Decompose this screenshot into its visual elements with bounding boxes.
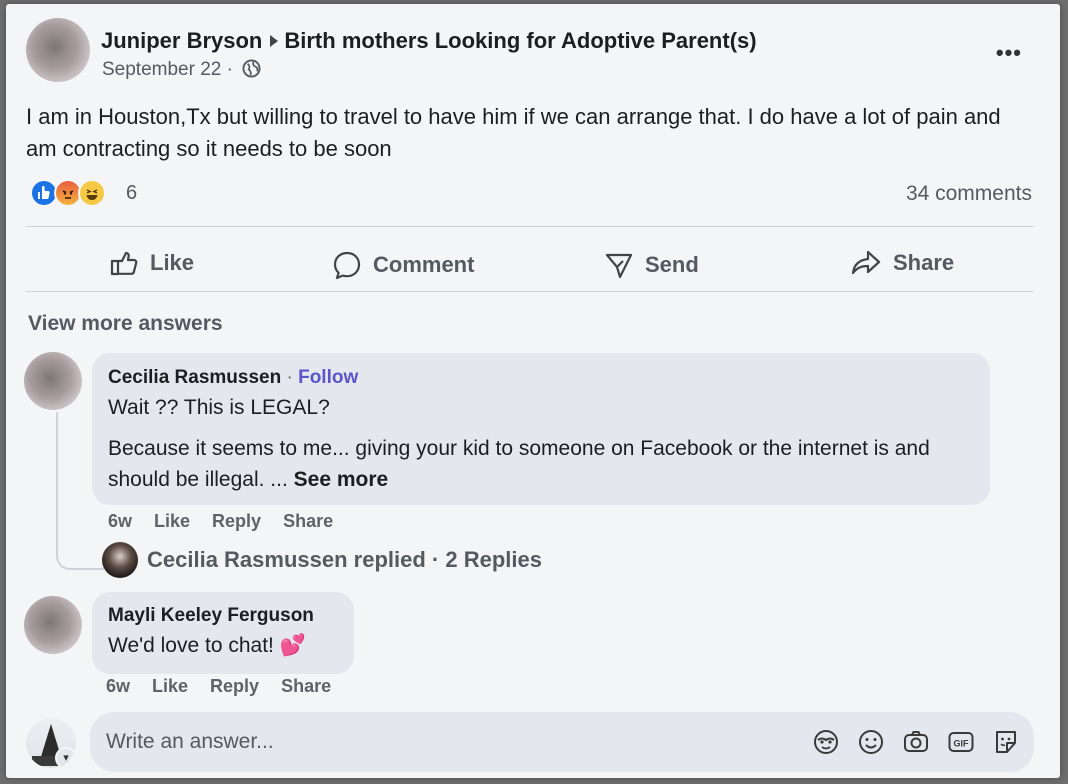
post-card: Juniper Bryson Birth mothers Looking for … <box>6 4 1060 778</box>
like-label: Like <box>150 250 195 275</box>
post-date[interactable]: September 22 · <box>102 59 233 80</box>
chevron-down-icon[interactable]: ▾ <box>55 747 76 768</box>
comment-button[interactable]: Comment <box>331 249 474 281</box>
comment-like-button[interactable]: Like <box>154 511 190 531</box>
comment-like-button[interactable]: Like <box>152 676 188 696</box>
view-replies-link[interactable]: Cecilia Rasmussen replied · 2 Replies <box>102 542 542 578</box>
commenter-avatar[interactable] <box>24 352 82 410</box>
divider <box>26 226 1034 227</box>
composer-tools: GIF <box>795 728 1020 756</box>
comments-count[interactable]: 34 comments <box>906 182 1032 206</box>
gif-icon[interactable]: GIF <box>947 728 975 756</box>
view-more-answers-link[interactable]: View more answers <box>28 312 223 336</box>
share-label: Share <box>893 250 955 275</box>
commenter-avatar[interactable] <box>24 596 82 654</box>
post-header: Juniper Bryson Birth mothers Looking for … <box>101 28 757 54</box>
haha-reaction-icon <box>78 179 106 207</box>
thumbs-up-icon <box>110 251 138 276</box>
user-avatar[interactable]: ▾ <box>26 718 76 768</box>
comment-text: We'd love to chat! 💕 <box>108 630 306 661</box>
triangle-right-icon <box>270 35 279 48</box>
comment-label: Comment <box>373 252 475 277</box>
comment-actions: 6w Like Reply Share <box>106 676 353 697</box>
speech-bubble-icon <box>333 251 361 280</box>
separator-dot: · <box>281 367 299 388</box>
comment-actions: 6w Like Reply Share <box>108 511 355 532</box>
comment-share-button[interactable]: Share <box>283 511 333 531</box>
comment-share-button[interactable]: Share <box>281 676 331 696</box>
two-hearts-icon: 💕 <box>279 634 306 657</box>
replies-summary: Cecilia Rasmussen replied · 2 Replies <box>147 547 542 572</box>
poster-avatar[interactable] <box>26 18 90 82</box>
replier-avatar <box>102 542 138 578</box>
comment-timestamp[interactable]: 6w <box>108 511 132 531</box>
emoji-icon[interactable] <box>857 728 885 756</box>
comment-text: Wait ?? This is LEGAL? <box>108 396 330 419</box>
gif-label: GIF <box>954 739 970 749</box>
comment-author-row: Cecilia Rasmussen · Follow <box>108 367 358 389</box>
comment-reply-button[interactable]: Reply <box>212 511 261 531</box>
comment-reply-button[interactable]: Reply <box>210 676 259 696</box>
comment-author[interactable]: Cecilia Rasmussen <box>108 367 281 388</box>
comment-text-content: We'd love to chat! <box>108 634 274 657</box>
reaction-count: 6 <box>126 182 138 204</box>
comment-bubble: Cecilia Rasmussen · Follow Wait ?? This … <box>92 353 990 505</box>
avatar-sticker-icon[interactable] <box>812 728 840 756</box>
send-icon <box>605 253 633 279</box>
comment-bubble: Mayli Keeley Ferguson We'd love to chat!… <box>92 592 354 674</box>
comment-body: Because it seems to me... giving your ki… <box>108 433 968 495</box>
sticker-icon[interactable] <box>992 728 1020 756</box>
group-name[interactable]: Birth mothers Looking for Adoptive Paren… <box>284 28 756 53</box>
divider <box>26 291 1034 292</box>
comment-timestamp[interactable]: 6w <box>106 676 130 696</box>
share-button[interactable]: Share <box>849 247 954 279</box>
poster-name[interactable]: Juniper Bryson <box>101 28 262 53</box>
share-arrow-icon <box>851 250 881 275</box>
see-more-link[interactable]: See more <box>294 468 389 491</box>
post-text: I am in Houston,Tx but willing to travel… <box>26 104 1001 161</box>
follow-link[interactable]: Follow <box>298 367 358 388</box>
post-date-row: September 22 · <box>102 59 261 81</box>
answer-input[interactable]: Write an answer... GIF <box>90 712 1034 772</box>
send-label: Send <box>645 252 699 277</box>
comment-body-text: Because it seems to me... giving your ki… <box>108 437 930 491</box>
send-button[interactable]: Send <box>603 249 699 281</box>
more-options-icon[interactable]: ••• <box>996 40 1022 66</box>
answer-placeholder: Write an answer... <box>106 730 274 753</box>
like-button[interactable]: Like <box>108 247 194 279</box>
comment-author[interactable]: Mayli Keeley Ferguson <box>108 605 314 627</box>
globe-icon <box>242 59 261 78</box>
camera-icon[interactable] <box>902 728 930 756</box>
